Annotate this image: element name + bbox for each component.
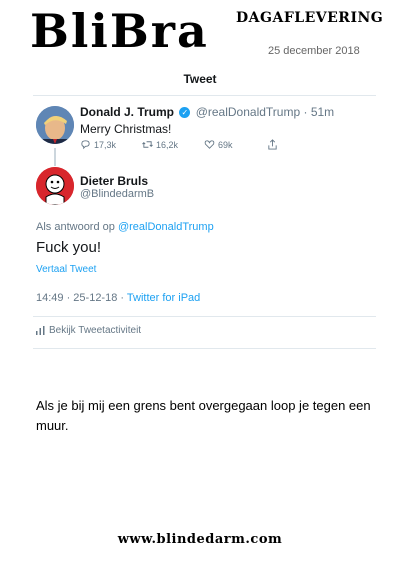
share-icon bbox=[268, 139, 277, 150]
like-action[interactable]: 69k bbox=[204, 139, 233, 150]
article-caption: Als je bij mij een grens bent overgegaan… bbox=[36, 398, 371, 433]
share-action[interactable] bbox=[267, 139, 278, 150]
reply-tweet-text: Fuck you! bbox=[36, 239, 102, 256]
translate-tweet-link[interactable]: Vertaal Tweet bbox=[36, 264, 96, 275]
retweet-action[interactable]: 16,2k bbox=[142, 139, 178, 150]
verified-badge-icon: ✓ bbox=[179, 107, 191, 119]
trump-avatar-icon[interactable] bbox=[36, 106, 74, 144]
original-author-name[interactable]: Donald J. Trump bbox=[80, 105, 174, 119]
reply-icon bbox=[81, 140, 90, 150]
thread-connector bbox=[54, 148, 56, 166]
reply-count: 17,3k bbox=[94, 139, 117, 150]
tweet-meta: 14:49 · 25-12-18 · Twitter for iPad bbox=[36, 292, 200, 304]
reply-author-handle[interactable]: @BlindedarmB bbox=[80, 188, 154, 200]
like-count: 69k bbox=[218, 139, 233, 150]
footer-url[interactable]: www.blindedarm.com bbox=[0, 532, 400, 547]
edition-label: DAGAFLEVERING bbox=[236, 10, 384, 26]
tweet-source-link[interactable]: Twitter for iPad bbox=[127, 292, 200, 304]
original-author-handle[interactable]: @realDonaldTrump bbox=[196, 105, 300, 119]
retweet-icon bbox=[142, 141, 153, 148]
tweet-timestamp: 14:49 · 25-12-18 · bbox=[36, 292, 125, 304]
replying-prefix: Als antwoord op bbox=[36, 221, 115, 233]
header-divider bbox=[33, 95, 376, 96]
meta-divider bbox=[33, 316, 376, 317]
cartoon-avatar-icon[interactable] bbox=[36, 167, 74, 205]
replying-to-line: Als antwoord op @realDonaldTrump bbox=[36, 221, 214, 233]
bar-chart-icon bbox=[36, 326, 45, 335]
activity-divider bbox=[33, 348, 376, 349]
heart-icon bbox=[204, 140, 215, 149]
original-tweet-actions: 17,3k 16,2k 69k bbox=[80, 139, 280, 153]
original-tweet-age: · 51m bbox=[303, 105, 335, 119]
original-tweet-text: Merry Christmas! bbox=[80, 122, 172, 136]
original-author-line: Donald J. Trump ✓ @realDonaldTrump · 51m bbox=[80, 105, 334, 119]
tweet-view-title: Tweet bbox=[183, 72, 217, 86]
replying-to-link[interactable]: @realDonaldTrump bbox=[118, 221, 214, 233]
blibra-logo: BliBra bbox=[30, 4, 209, 58]
tweet-activity-link[interactable]: Bekijk Tweetactiviteit bbox=[36, 325, 141, 336]
tweet-activity-label: Bekijk Tweetactiviteit bbox=[49, 325, 142, 336]
reply-action[interactable]: 17,3k bbox=[80, 139, 116, 150]
retweet-count: 16,2k bbox=[156, 139, 179, 150]
reply-author-name[interactable]: Dieter Bruls bbox=[80, 174, 148, 188]
edition-date: 25 december 2018 bbox=[268, 45, 360, 57]
